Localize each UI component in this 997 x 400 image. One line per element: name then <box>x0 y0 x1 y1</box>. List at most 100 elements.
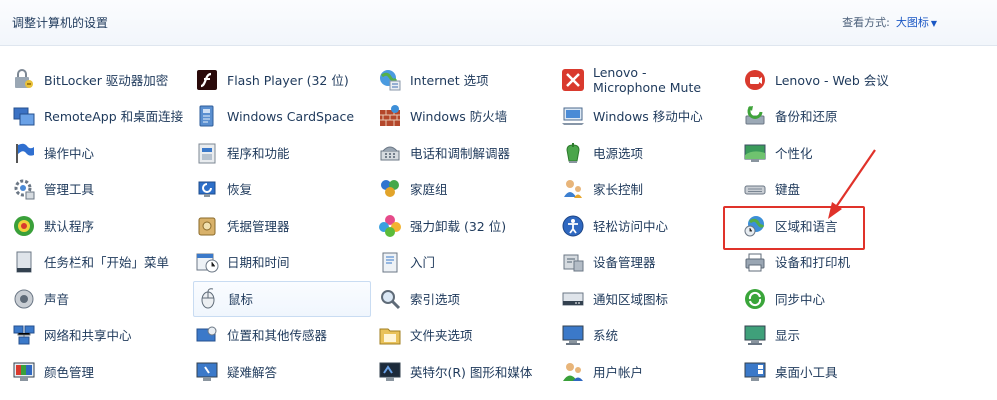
item-color-management[interactable]: 颜色管理 <box>10 355 188 389</box>
item-backup-restore[interactable]: 备份和还原 <box>741 99 906 133</box>
item-mouse[interactable]: 鼠标 <box>193 281 371 317</box>
homegroup-icon <box>378 177 402 201</box>
item-troubleshooting[interactable]: 疑难解答 <box>193 355 371 389</box>
item-sync-center[interactable]: 同步中心 <box>741 282 906 316</box>
power-icon <box>561 141 585 165</box>
item-label: 网络和共享中心 <box>44 327 132 343</box>
item-label: 颜色管理 <box>44 364 95 380</box>
cardspace-icon <box>195 104 219 128</box>
item-label: 强力卸载 (32 位) <box>410 218 507 234</box>
item-default-programs[interactable]: 默认程序 <box>10 209 188 243</box>
network-icon <box>12 323 36 347</box>
item-label: 设备管理器 <box>593 254 656 270</box>
item-label: Lenovo - Microphone Mute <box>593 65 702 95</box>
default-programs-icon <box>12 214 36 238</box>
page-title: 调整计算机的设置 <box>12 16 109 30</box>
item-network-sharing[interactable]: 网络和共享中心 <box>10 318 188 352</box>
personalization-icon <box>743 141 767 165</box>
item-windows-mobility-center[interactable]: Windows 移动中心 <box>559 99 737 133</box>
item-programs-features[interactable]: 程序和功能 <box>193 136 371 170</box>
item-label: Lenovo - Web 会议 <box>775 72 889 88</box>
item-devices-printers[interactable]: 设备和打印机 <box>741 245 906 279</box>
device-manager-icon <box>561 250 585 274</box>
item-flash-player[interactable]: Flash Player (32 位) <box>193 63 371 97</box>
item-bitlocker[interactable]: BitLocker 驱动器加密 <box>10 63 188 97</box>
item-folder-options[interactable]: 文件夹选项 <box>376 318 554 352</box>
item-action-center[interactable]: 操作中心 <box>10 136 188 170</box>
item-phone-modem[interactable]: 电话和调制解调器 <box>376 136 554 170</box>
item-keyboard[interactable]: 键盘 <box>741 172 906 206</box>
taskbar-icon <box>12 250 36 274</box>
item-label: 系统 <box>593 327 619 343</box>
item-recovery[interactable]: 恢复 <box>193 172 371 206</box>
item-label: 恢复 <box>227 181 253 197</box>
item-label: 家长控制 <box>593 181 644 197</box>
item-label: 设备和打印机 <box>775 254 851 270</box>
item-label: 电源选项 <box>593 145 644 161</box>
item-lenovo-microphone-mute[interactable]: Lenovo - Microphone Mute <box>559 63 724 97</box>
item-windows-firewall[interactable]: Windows 防火墙 <box>376 99 554 133</box>
sound-icon <box>12 287 36 311</box>
item-label: 家庭组 <box>410 181 448 197</box>
item-label: 凭据管理器 <box>227 218 290 234</box>
keyboard-icon <box>743 177 767 201</box>
item-label: 备份和还原 <box>775 108 838 124</box>
system-icon <box>561 323 585 347</box>
region-language-icon <box>743 214 767 238</box>
view-by-label: 查看方式: <box>842 16 890 29</box>
view-mode-dropdown[interactable]: 大图标 <box>896 16 929 29</box>
item-parental-controls[interactable]: 家长控制 <box>559 172 737 206</box>
chevron-down-icon[interactable]: ▼ <box>931 19 937 28</box>
item-intel-graphics-media[interactable]: 英特尔(R) 图形和媒体 <box>376 355 554 389</box>
item-label: 管理工具 <box>44 181 95 197</box>
item-label: 用户帐户 <box>593 364 644 380</box>
color-management-icon <box>12 360 36 384</box>
item-credential-manager[interactable]: 凭据管理器 <box>193 209 371 243</box>
item-label: 声音 <box>44 291 70 307</box>
parental-control-icon <box>561 177 585 201</box>
item-label: 显示 <box>775 327 801 343</box>
item-label: 索引选项 <box>410 291 461 307</box>
item-user-accounts[interactable]: 用户帐户 <box>559 355 737 389</box>
item-taskbar-start-menu[interactable]: 任务栏和「开始」菜单 <box>10 245 188 279</box>
item-device-manager[interactable]: 设备管理器 <box>559 245 737 279</box>
programs-icon <box>195 141 219 165</box>
item-system[interactable]: 系统 <box>559 318 737 352</box>
item-label: 同步中心 <box>775 291 826 307</box>
item-homegroup[interactable]: 家庭组 <box>376 172 554 206</box>
item-location-sensors[interactable]: 位置和其他传感器 <box>193 318 371 352</box>
item-date-time[interactable]: 日期和时间 <box>193 245 371 279</box>
web-conference-icon <box>743 68 767 92</box>
troubleshooting-icon <box>195 360 219 384</box>
item-uninstaller[interactable]: 强力卸载 (32 位) <box>376 209 554 243</box>
item-getting-started[interactable]: 入门 <box>376 245 554 279</box>
item-desktop-gadgets[interactable]: 桌面小工具 <box>741 355 906 389</box>
item-sound[interactable]: 声音 <box>10 282 188 316</box>
item-remoteapp[interactable]: RemoteApp 和桌面连接 <box>10 99 188 133</box>
item-display[interactable]: 显示 <box>741 318 906 352</box>
item-windows-cardspace[interactable]: Windows CardSpace <box>193 99 371 133</box>
item-ease-of-access[interactable]: 轻松访问中心 <box>559 209 737 243</box>
item-label: 位置和其他传感器 <box>227 327 328 343</box>
item-label: 轻松访问中心 <box>593 218 669 234</box>
item-label: RemoteApp 和桌面连接 <box>44 108 184 124</box>
item-notification-area-icons[interactable]: 通知区域图标 <box>559 282 737 316</box>
sync-center-icon <box>743 287 767 311</box>
item-power-options[interactable]: 电源选项 <box>559 136 737 170</box>
microphone-mute-icon <box>561 68 585 92</box>
item-internet-options[interactable]: Internet 选项 <box>376 63 554 97</box>
item-label: 入门 <box>410 254 436 270</box>
item-personalization[interactable]: 个性化 <box>741 136 906 170</box>
item-lenovo-web-conference[interactable]: Lenovo - Web 会议 <box>741 63 911 97</box>
printer-icon <box>743 250 767 274</box>
item-admin-tools[interactable]: 管理工具 <box>10 172 188 206</box>
phone-modem-icon <box>378 141 402 165</box>
item-label: Windows 防火墙 <box>410 108 508 124</box>
item-label: Internet 选项 <box>410 72 489 88</box>
item-label: 键盘 <box>775 181 801 197</box>
item-indexing-options[interactable]: 索引选项 <box>376 282 554 316</box>
mouse-icon <box>196 287 220 311</box>
action-center-flag-icon <box>12 141 36 165</box>
item-label: 桌面小工具 <box>775 364 838 380</box>
item-region-language[interactable]: 区域和语言 <box>741 209 861 243</box>
